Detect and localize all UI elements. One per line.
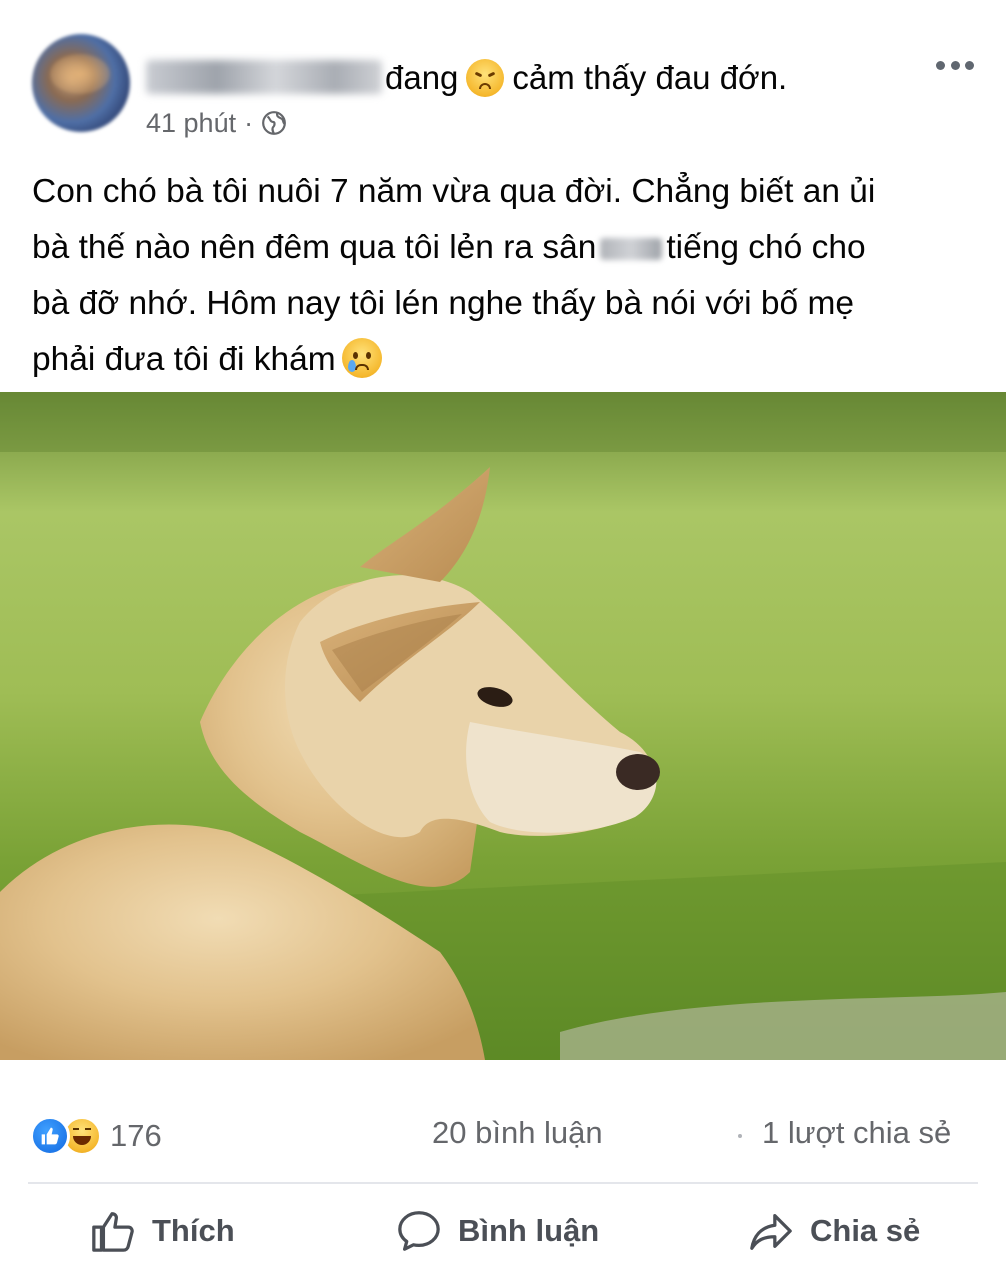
reaction-count: 176 bbox=[110, 1118, 162, 1153]
shares-count[interactable]: 1 lượt chia sẻ bbox=[762, 1115, 951, 1151]
body-line-3: bà đỡ nhớ. Hôm nay tôi lén nghe thấy bà … bbox=[32, 285, 854, 322]
globe-icon[interactable] bbox=[261, 110, 287, 136]
comments-count[interactable]: 20 bình luận bbox=[432, 1115, 603, 1151]
post-body: Con chó bà tôi nuôi 7 năm vừa qua đời. C… bbox=[32, 164, 982, 388]
like-reaction-icon bbox=[30, 1116, 70, 1156]
feeling-emoji-icon bbox=[466, 59, 505, 97]
post-stats: 176 20 bình luận 1 lượt chia sẻ bbox=[0, 1108, 1006, 1164]
post-photo[interactable] bbox=[0, 392, 1006, 1060]
meta-separator: · bbox=[244, 108, 254, 138]
actions-divider bbox=[28, 1182, 978, 1184]
like-button[interactable]: Thích bbox=[90, 1200, 235, 1262]
shares-separator-dot bbox=[738, 1134, 742, 1138]
author-avatar[interactable] bbox=[32, 34, 130, 132]
post-timestamp[interactable]: 41 phút bbox=[146, 108, 236, 138]
body-line-4: phải đưa tôi đi khám bbox=[32, 332, 982, 388]
body-line-2: bà thế nào nên đêm qua tôi lẻn ra sân tiế… bbox=[32, 229, 866, 266]
author-name-redacted[interactable] bbox=[146, 60, 382, 94]
like-label: Thích bbox=[152, 1213, 235, 1248]
comment-button[interactable]: Bình luận bbox=[396, 1200, 599, 1262]
share-label: Chia sẻ bbox=[810, 1213, 921, 1248]
thumbs-up-icon bbox=[92, 1212, 134, 1252]
body-line-1: Con chó bà tôi nuôi 7 năm vừa qua đời. C… bbox=[32, 173, 876, 210]
share-button[interactable]: Chia sẻ bbox=[748, 1200, 920, 1262]
feeling-text[interactable]: cảm thấy đau đớn. bbox=[512, 59, 787, 96]
share-arrow-icon bbox=[750, 1214, 792, 1250]
post-headline: đang cảm thấy đau đớn. bbox=[385, 56, 787, 100]
redacted-word bbox=[600, 238, 663, 260]
post-meta: 41 phút · bbox=[146, 108, 287, 139]
facebook-post: đang cảm thấy đau đớn. 41 phút · Con chó b… bbox=[0, 0, 1006, 1280]
more-options-icon[interactable] bbox=[932, 50, 978, 80]
crying-face-icon bbox=[341, 338, 382, 378]
headline-verb: đang bbox=[385, 59, 459, 96]
reactions-summary[interactable]: 176 bbox=[30, 1108, 162, 1164]
speech-bubble-icon bbox=[398, 1211, 440, 1251]
comment-label: Bình luận bbox=[458, 1213, 600, 1248]
